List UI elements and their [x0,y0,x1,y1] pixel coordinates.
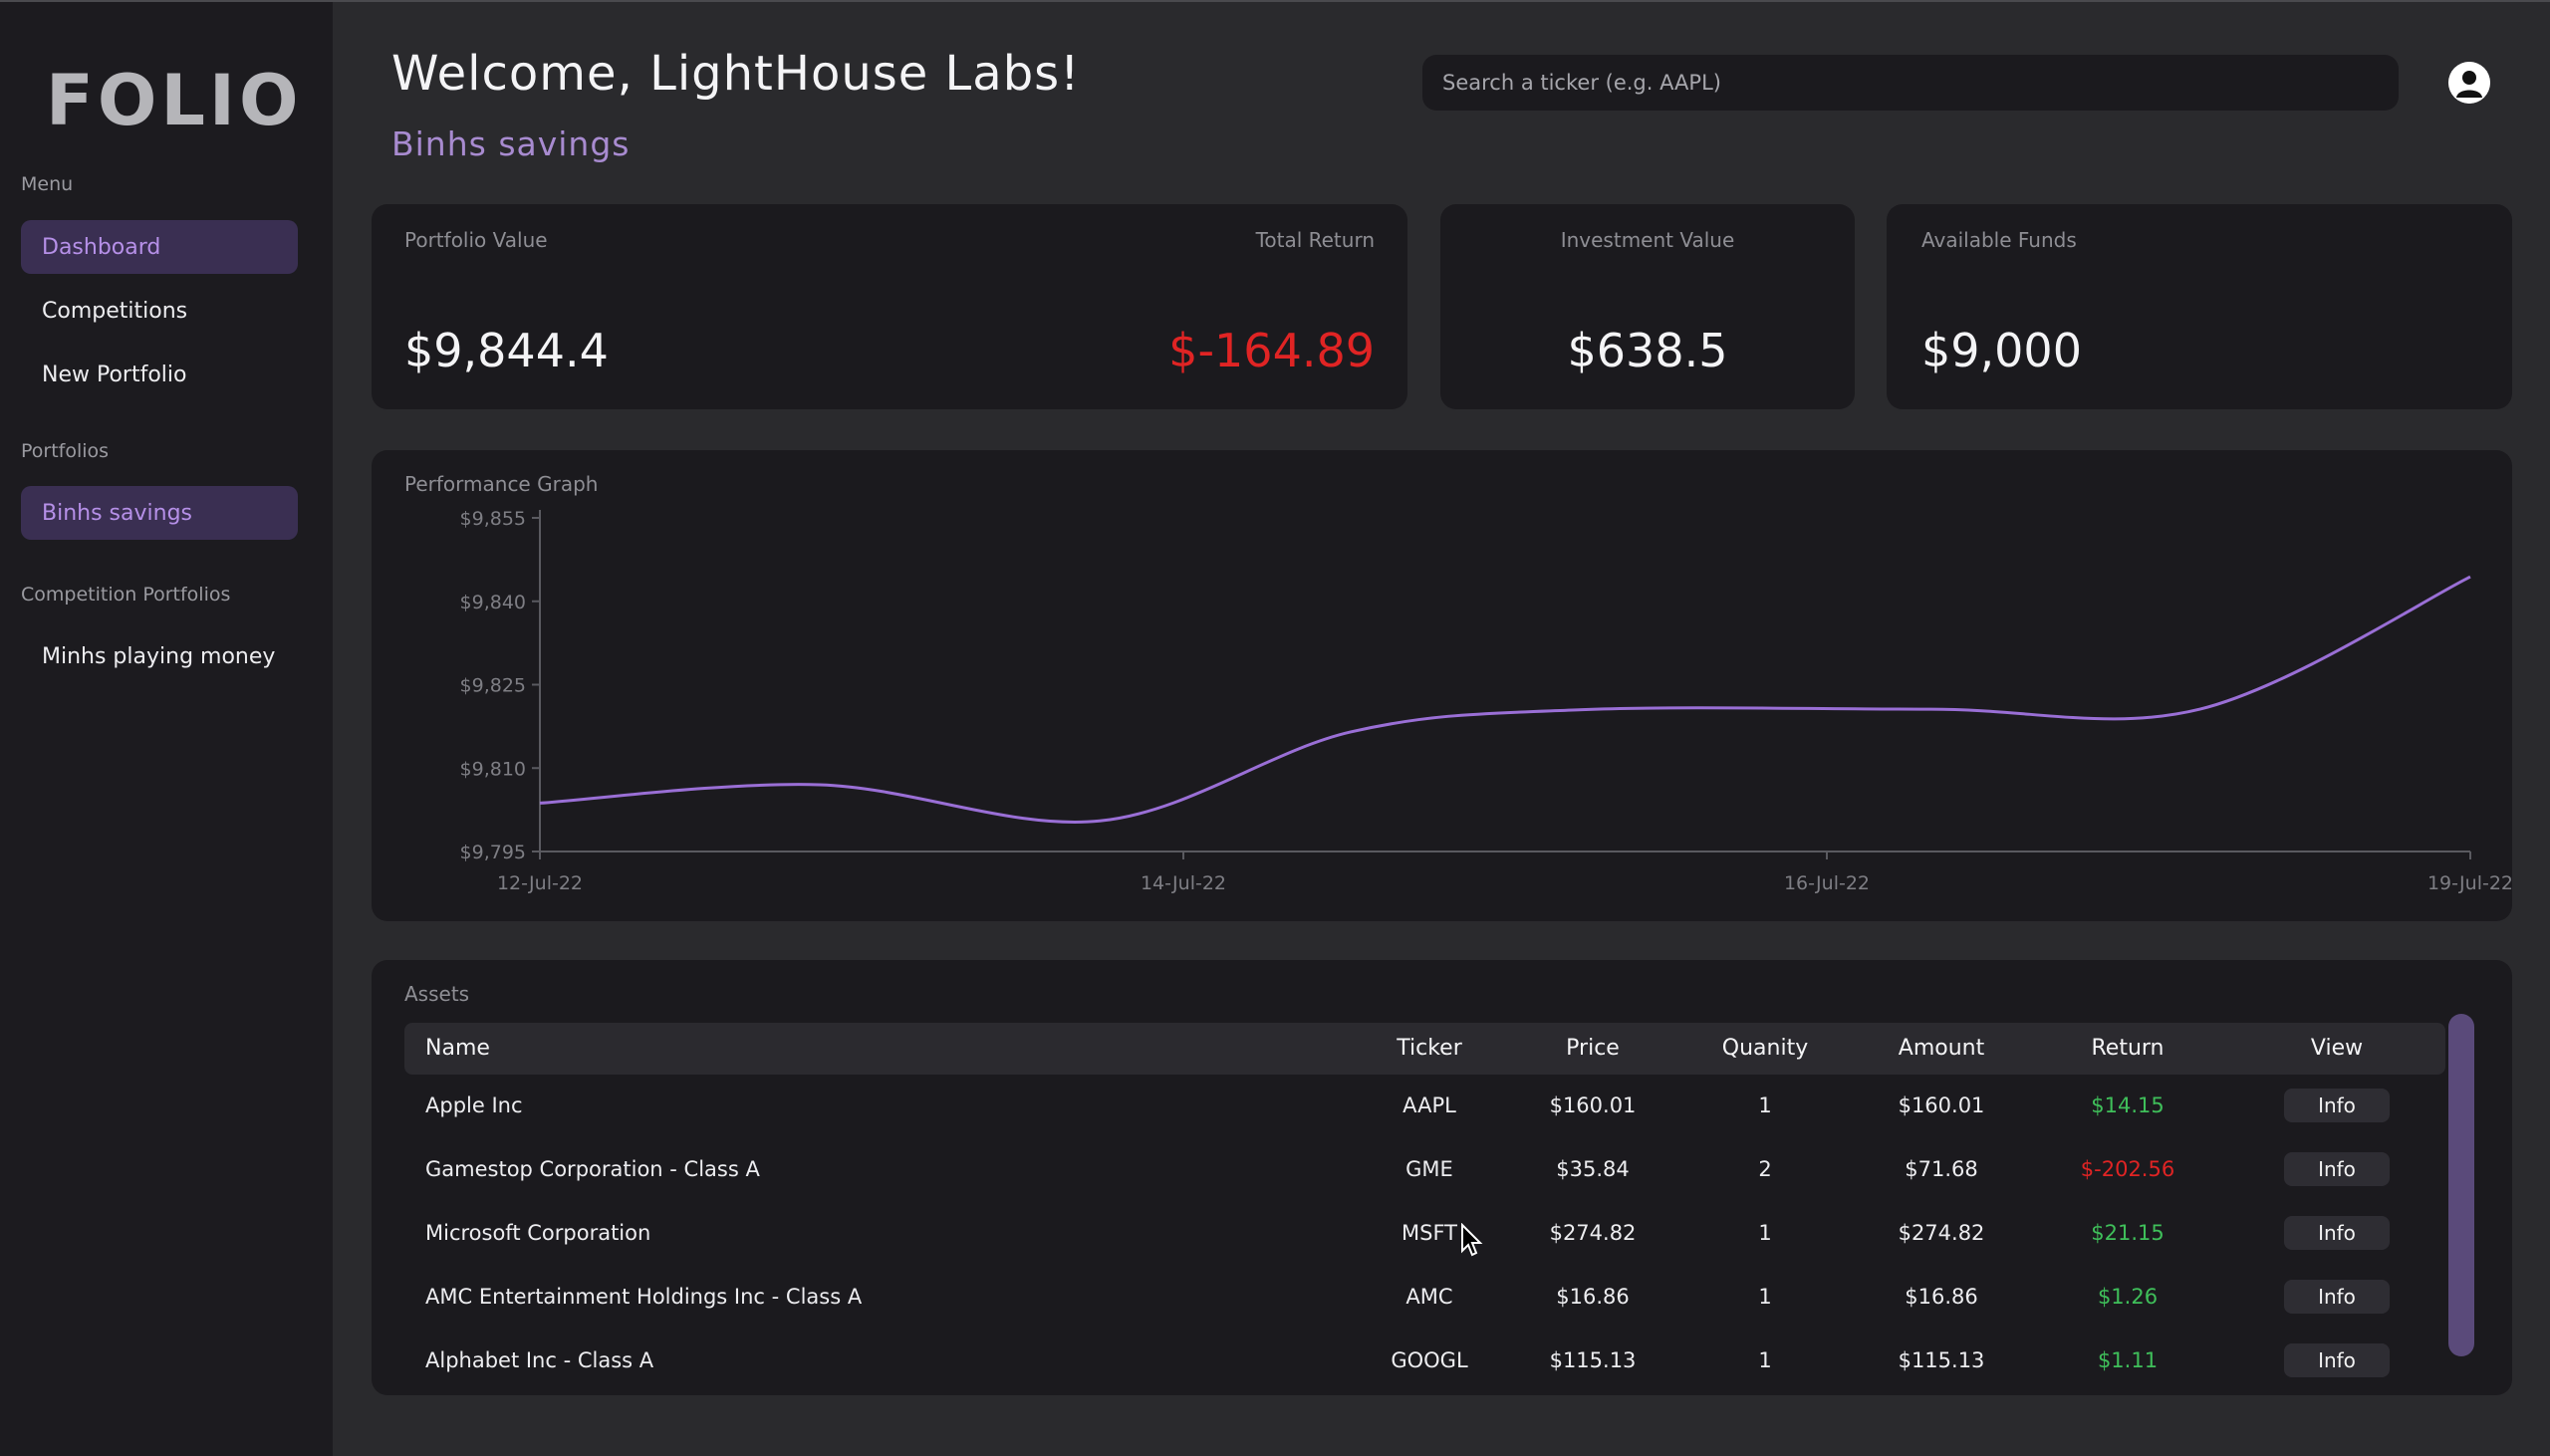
column-header-view: View [2310,1036,2364,1061]
cell-name: AMC Entertainment Holdings Inc - Class A [425,1285,863,1309]
cell-return: $1.26 [2097,1285,2159,1309]
sidebar-item-label: Binhs savings [42,500,192,526]
cell-quantity: 1 [1758,1221,1772,1245]
cell-amount: $115.13 [1898,1348,1985,1372]
cell-amount: $160.01 [1898,1093,1985,1117]
cell-price: $274.82 [1549,1221,1637,1245]
investment-value: $638.5 [1567,324,1728,377]
cell-price: $16.86 [1556,1285,1630,1309]
available-funds-value: $9,000 [1921,324,2082,377]
cell-price: $35.84 [1556,1157,1630,1181]
sidebar-item-minhs-playing-money[interactable]: Minhs playing money [21,629,298,683]
column-header-quantity[interactable]: Quanity [1722,1023,1808,1075]
page-title: Welcome, LightHouse Labs! [391,46,1081,102]
table-header: Name Ticker Price Quanity Amount Return … [404,1023,2445,1075]
cell-amount: $274.82 [1898,1221,1985,1245]
column-header-name[interactable]: Name [425,1023,490,1075]
cell-ticker: AMC [1405,1285,1453,1309]
info-button[interactable]: Info [2284,1089,2390,1122]
sidebar-item-competitions[interactable]: Competitions [21,284,298,338]
cell-return: $-202.56 [2080,1157,2175,1181]
table-row: Apple Inc AAPL $160.01 1 $160.01 $14.15 Info [404,1074,2445,1137]
cell-ticker: GOOGL [1391,1348,1468,1372]
cell-quantity: 1 [1758,1093,1772,1117]
sidebar-item-dashboard[interactable]: Dashboard [21,220,298,274]
portfolios-heading: Portfolios [21,440,110,462]
cell-amount: $16.86 [1905,1285,1978,1309]
cell-return: $21.15 [2091,1221,2165,1245]
investment-value-card: Investment Value $638.5 [1440,204,1855,409]
cell-ticker: AAPL [1402,1093,1456,1117]
cell-price: $160.01 [1549,1093,1637,1117]
total-return-label: Total Return [1255,228,1375,252]
sidebar-item-label: Minhs playing money [42,643,276,669]
mouse-cursor-icon [1461,1223,1483,1257]
total-return-value: $-164.89 [1168,324,1375,377]
column-header-ticker[interactable]: Ticker [1397,1023,1462,1075]
cell-name: Microsoft Corporation [425,1221,651,1245]
user-icon-glyph [2448,62,2490,104]
sidebar-item-label: Competitions [42,298,188,324]
cell-ticker: GME [1405,1157,1453,1181]
info-button[interactable]: Info [2284,1152,2390,1186]
cell-ticker: MSFT [1402,1221,1457,1245]
info-button[interactable]: Info [2284,1280,2390,1314]
cell-quantity: 1 [1758,1285,1772,1309]
performance-graph-card: Performance Graph [372,450,2512,921]
sidebar-item-new-portfolio[interactable]: New Portfolio [21,348,298,401]
column-header-return[interactable]: Return [2091,1023,2164,1075]
column-header-amount[interactable]: Amount [1899,1023,1984,1075]
table-row: Gamestop Corporation - Class A GME $35.84 2… [404,1137,2445,1201]
cell-name: Alphabet Inc - Class A [425,1348,654,1372]
search-bar[interactable] [1422,55,2399,111]
competition-portfolios-heading: Competition Portfolios [21,584,231,606]
assets-title: Assets [404,982,470,1006]
table-scrollbar[interactable] [2448,1014,2474,1356]
available-funds-card: Available Funds $9,000 [1887,204,2512,409]
sidebar-item-binhs-savings[interactable]: Binhs savings [21,486,298,540]
portfolio-value: $9,844.4 [404,324,609,377]
search-input[interactable] [1442,71,2399,95]
cell-return: $1.11 [2097,1348,2159,1372]
portfolio-summary-card: Portfolio Value Total Return $9,844.4 $-… [372,204,1407,409]
info-button[interactable]: Info [2284,1216,2390,1250]
available-funds-label: Available Funds [1921,228,2077,252]
table-row: AMC Entertainment Holdings Inc - Class A… [404,1265,2445,1329]
cell-quantity: 2 [1758,1157,1772,1181]
column-header-price[interactable]: Price [1566,1023,1620,1075]
cell-return: $14.15 [2091,1093,2165,1117]
top-border [0,0,2550,2]
logo[interactable]: FOLIO [46,60,302,141]
table-row: Alphabet Inc - Class A GOOGL $115.13 1 $115.… [404,1329,2445,1392]
cell-amount: $71.68 [1905,1157,1978,1181]
investment-value-label: Investment Value [1560,228,1735,252]
menu-heading: Menu [21,173,74,195]
table-row: Microsoft Corporation MSFT $274.82 1 $274.82… [404,1201,2445,1265]
sidebar-item-label: New Portfolio [42,362,187,387]
sidebar: FOLIO Menu Dashboard Competitions New Po… [0,2,333,1456]
info-button[interactable]: Info [2284,1343,2390,1377]
cell-quantity: 1 [1758,1348,1772,1372]
cell-price: $115.13 [1549,1348,1637,1372]
chart-title: Performance Graph [404,472,599,496]
portfolio-name: Binhs savings [391,124,631,163]
cell-name: Gamestop Corporation - Class A [425,1157,760,1181]
portfolio-value-label: Portfolio Value [404,228,548,252]
user-icon[interactable] [2448,62,2490,104]
cell-name: Apple Inc [425,1093,523,1117]
sidebar-item-label: Dashboard [42,234,161,260]
